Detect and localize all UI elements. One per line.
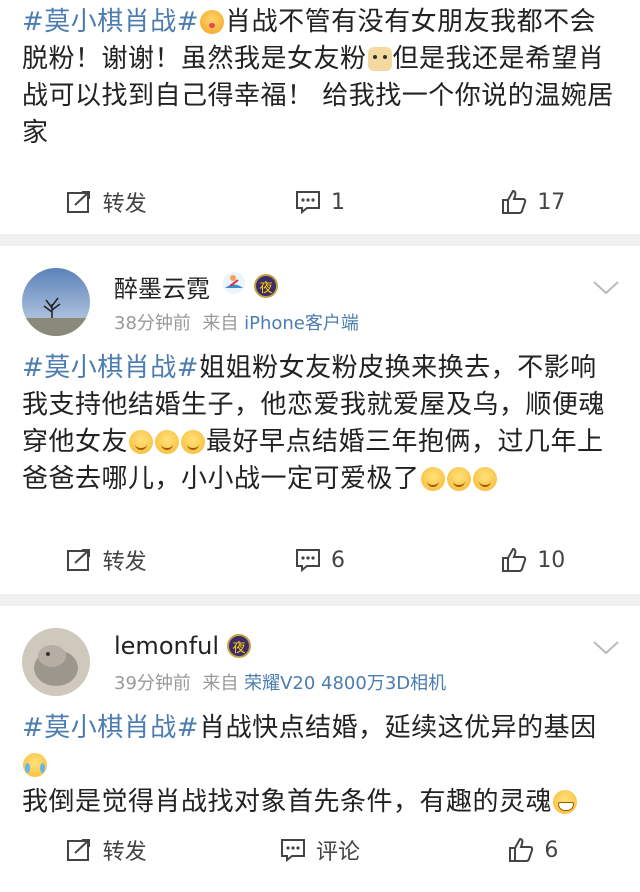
dog-emoji-icon [367, 47, 392, 71]
username[interactable]: 醉墨云霓 [114, 269, 210, 304]
post-card-1: #莫小棋肖战# 肖战不管有没有女朋友我都不会脱粉！谢谢！虽然我是女友粉 但是我还是希… [0, 0, 640, 234]
like-button[interactable]: 6 [427, 837, 640, 863]
comment-count: 6 [330, 547, 345, 573]
like-button[interactable]: 17 [427, 189, 640, 215]
smile-emoji-icon [472, 467, 497, 491]
smile-emoji-icon [155, 430, 180, 454]
repost-button[interactable]: 转发 [0, 544, 213, 576]
repost-icon [66, 839, 90, 861]
repost-label: 转发 [102, 192, 147, 217]
like-count: 10 [537, 547, 566, 573]
smile-emoji-icon [446, 467, 471, 491]
chevron-down-icon[interactable] [592, 280, 620, 296]
repost-icon [66, 191, 90, 213]
post-header: 醉墨云霓 夜 38分钟前 来自 iPhone客户端 [0, 246, 640, 342]
avatar[interactable] [22, 628, 90, 696]
laugh-cry-emoji-icon [23, 753, 47, 777]
post-meta: 38分钟前 来自 iPhone客户端 [114, 309, 359, 335]
hashtag-link[interactable]: #莫小棋肖战# [22, 7, 199, 37]
comment-label: 评论 [315, 840, 360, 865]
post-time: 39分钟前 [114, 673, 191, 694]
thumbs-up-icon [509, 837, 534, 862]
post-meta: 39分钟前 来自 荣耀V20 4800万3D相机 [114, 669, 446, 695]
from-label: 来自 [202, 313, 239, 334]
smile-emoji-icon [181, 430, 206, 454]
repost-button[interactable]: 转发 [0, 834, 213, 866]
thumbs-up-icon [502, 189, 527, 214]
comment-button[interactable]: 评论 [213, 834, 426, 866]
username[interactable]: lemonful [114, 632, 219, 660]
chevron-down-icon[interactable] [592, 640, 620, 656]
like-button[interactable]: 10 [427, 547, 640, 573]
thumbs-up-icon [502, 547, 527, 572]
hashtag-link[interactable]: #莫小棋肖战# [22, 353, 199, 383]
action-bar: 转发 评论 6 [0, 818, 640, 882]
separator [0, 234, 640, 246]
repost-icon [66, 549, 90, 571]
smile-emoji-icon [129, 430, 154, 454]
grin-emoji-icon [553, 790, 578, 814]
post-text-part: 我倒是觉得肖战找对象首先条件，有趣的灵魂 [22, 787, 553, 817]
like-count: 17 [537, 189, 566, 215]
post-text: #莫小棋肖战#姐姐粉女友粉皮换来换去，不影响我支持他结婚生子，他恋爱我就爱屋及乌… [0, 342, 640, 528]
surf-emoji-icon [222, 271, 246, 301]
smile-emoji-icon [420, 467, 445, 491]
comment-icon [295, 191, 320, 214]
from-label: 来自 [202, 673, 239, 694]
post-text-part: 肖战快点结婚，延续这优异的基因 [199, 713, 597, 743]
post-source[interactable]: 荣耀V20 4800万3D相机 [244, 673, 446, 694]
comment-icon [295, 549, 320, 572]
post-card-3: lemonful 夜 39分钟前 来自 荣耀V20 4800万3D相机 #莫小棋… [0, 606, 640, 892]
hashtag-link[interactable]: #莫小棋肖战# [22, 713, 199, 743]
post-time: 38分钟前 [114, 313, 191, 334]
comment-button[interactable]: 1 [213, 190, 426, 215]
repost-button[interactable]: 转发 [0, 186, 213, 218]
comment-icon [280, 839, 305, 862]
kiss-emoji-icon [200, 10, 225, 34]
post-header: lemonful 夜 39分钟前 来自 荣耀V20 4800万3D相机 [0, 606, 640, 702]
post-source[interactable]: iPhone客户端 [244, 313, 359, 334]
comment-button[interactable]: 6 [213, 548, 426, 573]
separator [0, 594, 640, 606]
action-bar: 转发 6 10 [0, 528, 640, 592]
post-card-2: 醉墨云霓 夜 38分钟前 来自 iPhone客户端 #莫小棋肖战#姐姐粉女友粉皮… [0, 246, 640, 594]
comment-count: 1 [330, 189, 345, 215]
repost-label: 转发 [102, 550, 147, 575]
like-count: 6 [544, 837, 559, 863]
night-badge-icon: 夜 [254, 274, 278, 298]
repost-label: 转发 [102, 840, 147, 865]
post-text: #莫小棋肖战#肖战快点结婚，延续这优异的基因我倒是觉得肖战找对象首先条件，有趣的… [0, 702, 640, 818]
post-text: #莫小棋肖战# 肖战不管有没有女朋友我都不会脱粉！谢谢！虽然我是女友粉 但是我还是希… [0, 0, 640, 170]
night-badge-icon: 夜 [227, 634, 252, 658]
action-bar: 转发 1 17 [0, 170, 640, 234]
avatar[interactable] [22, 268, 90, 336]
